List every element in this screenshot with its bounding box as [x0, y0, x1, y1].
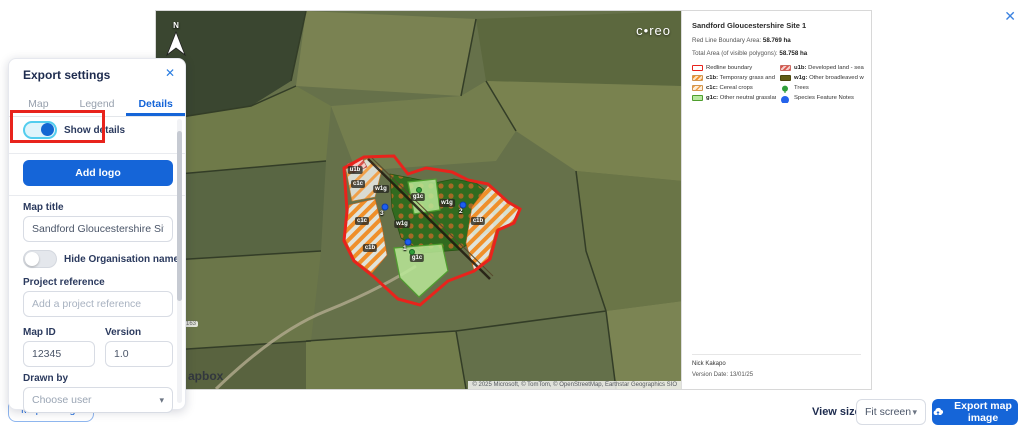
- species-marker-number: 1: [403, 245, 407, 252]
- map-details-panel: Sandford Gloucestershire Site 1 Red Line…: [681, 11, 871, 389]
- redline-area-value: 58.769 ha: [762, 37, 791, 44]
- export-settings-panel: Export settings ✕ Map Legend Details Sho…: [8, 58, 186, 413]
- legend-item-label: Species Feature Notes: [794, 95, 854, 101]
- drawn-by-name: Nick Kakapo: [692, 361, 726, 367]
- export-preview-card: u1b c1c w1g g1c w1g c1b c1c w1g c1b g1c …: [155, 10, 872, 390]
- legend-item-label: c1c: Cereal crops: [706, 85, 753, 91]
- redline-area-label: Red Line Boundary Area:: [692, 37, 762, 44]
- project-reference-input[interactable]: [23, 291, 173, 317]
- north-arrow-icon: N: [164, 21, 188, 59]
- w1g-swatch: [780, 75, 791, 81]
- view-size-value: Fit screen: [865, 406, 912, 418]
- tree-marker-icon[interactable]: [416, 187, 422, 193]
- legend-item-label: Trees: [794, 85, 809, 91]
- legend-item: Species Feature Notes: [780, 93, 864, 103]
- total-area-value: 58.758 ha: [779, 50, 808, 57]
- road-number-label: 163: [184, 321, 199, 327]
- version-date: Version Date: 13/01/25: [692, 372, 754, 378]
- c1c-swatch: [692, 85, 703, 91]
- map-title-input[interactable]: [23, 216, 173, 242]
- view-size-label: View size: [812, 406, 861, 418]
- habitat-label: w1g: [439, 199, 455, 207]
- total-area-stat: Total Area (of visible polygons): 58.758…: [692, 50, 861, 57]
- tree-marker-icon[interactable]: [409, 249, 415, 255]
- tab-legend[interactable]: Legend: [68, 91, 127, 116]
- export-button-label: Export map image: [954, 400, 1012, 424]
- add-logo-button[interactable]: Add logo: [23, 160, 173, 186]
- legend-item: c1c: Cereal crops: [692, 83, 776, 93]
- coreo-logo: c•reo: [636, 23, 671, 38]
- panel-title: Export settings: [23, 68, 111, 82]
- cloud-upload-icon: [933, 407, 944, 415]
- legend-footer-divider: [692, 354, 861, 355]
- show-details-row: Show details: [23, 121, 125, 139]
- show-details-toggle[interactable]: [23, 121, 57, 139]
- species-marker-number: 3: [380, 210, 384, 217]
- tab-bar: Map Legend Details: [9, 91, 186, 117]
- panel-scrollbar-thumb[interactable]: [177, 131, 182, 301]
- g1c-swatch: [692, 95, 703, 101]
- legend-item-label: w1g: Other broadleaved woodland: [794, 75, 864, 81]
- legend-item: c1b: Temporary grass and clover leys: [692, 73, 776, 83]
- hide-organisation-label: Hide Organisation name: [64, 253, 180, 265]
- legend-item: u1b: Developed land - sealed surface: [780, 63, 864, 73]
- hide-organisation-toggle[interactable]: [23, 250, 57, 268]
- legend-item: Trees: [780, 83, 864, 93]
- project-reference-label: Project reference: [23, 277, 105, 288]
- species-note-icon: [780, 95, 791, 103]
- export-map-image-button[interactable]: Export map image: [932, 399, 1018, 425]
- close-icon[interactable]: ✕: [165, 66, 175, 80]
- habitat-label: c1c: [354, 217, 370, 225]
- hide-org-row: Hide Organisation name: [23, 250, 179, 268]
- tab-map[interactable]: Map: [9, 91, 68, 116]
- legend-item: g1c: Other neutral grassland: [692, 93, 776, 103]
- legend-item: Redline boundary: [692, 63, 776, 73]
- c1b-swatch: [692, 75, 703, 81]
- north-letter: N: [173, 21, 179, 30]
- chevron-down-icon: ▾: [159, 394, 164, 405]
- habitat-label: c1c: [350, 180, 366, 188]
- map-title-label: Map title: [23, 202, 64, 213]
- mapbox-logo: apbox: [188, 369, 224, 383]
- redline-swatch: [692, 65, 703, 71]
- u1b-swatch: [780, 65, 791, 71]
- tab-details[interactable]: Details: [126, 91, 186, 116]
- show-details-label: Show details: [64, 124, 126, 136]
- legend-item-label: u1b: Developed land - sealed surface: [794, 65, 864, 71]
- map-attribution: © 2025 Microsoft, © TomTom, © OpenStreet…: [468, 381, 681, 389]
- total-area-label: Total Area (of visible polygons):: [692, 50, 778, 57]
- habitat-label: g1c: [409, 254, 425, 262]
- species-marker-number: 2: [459, 208, 463, 215]
- habitat-label: w1g: [373, 185, 389, 193]
- legend-item-label: Redline boundary: [706, 65, 753, 71]
- drawn-by-select[interactable]: Choose user ▾: [23, 387, 173, 413]
- habitat-label: c1b: [362, 244, 378, 252]
- habitat-label: g1c: [410, 193, 426, 201]
- legend-grid: Redline boundary c1b: Temporary grass an…: [692, 63, 864, 103]
- drawn-by-value: Choose user: [32, 394, 92, 406]
- habitat-label: w1g: [394, 220, 410, 228]
- habitat-label: u1b: [347, 166, 363, 174]
- redline-area-stat: Red Line Boundary Area: 58.769 ha: [692, 37, 861, 44]
- chevron-down-icon: ▾: [912, 406, 917, 417]
- version-input[interactable]: [105, 341, 173, 367]
- legend-item-label: c1b: Temporary grass and clover leys: [706, 75, 776, 81]
- view-size-select[interactable]: Fit screen ▾: [856, 399, 926, 425]
- legend-item: w1g: Other broadleaved woodland: [780, 73, 864, 83]
- details-site-title: Sandford Gloucestershire Site 1: [692, 21, 807, 30]
- map-id-label: Map ID: [23, 327, 56, 338]
- version-label: Version: [105, 327, 142, 338]
- legend-item-label: g1c: Other neutral grassland: [706, 95, 776, 101]
- map-id-input[interactable]: [23, 341, 95, 367]
- habitat-label: c1b: [470, 217, 486, 225]
- satellite-map[interactable]: u1b c1c w1g g1c w1g c1b c1c w1g c1b g1c …: [156, 11, 681, 389]
- tree-icon: [780, 85, 791, 93]
- page-close-icon[interactable]: ✕: [1004, 8, 1016, 25]
- drawn-by-label: Drawn by: [23, 373, 69, 384]
